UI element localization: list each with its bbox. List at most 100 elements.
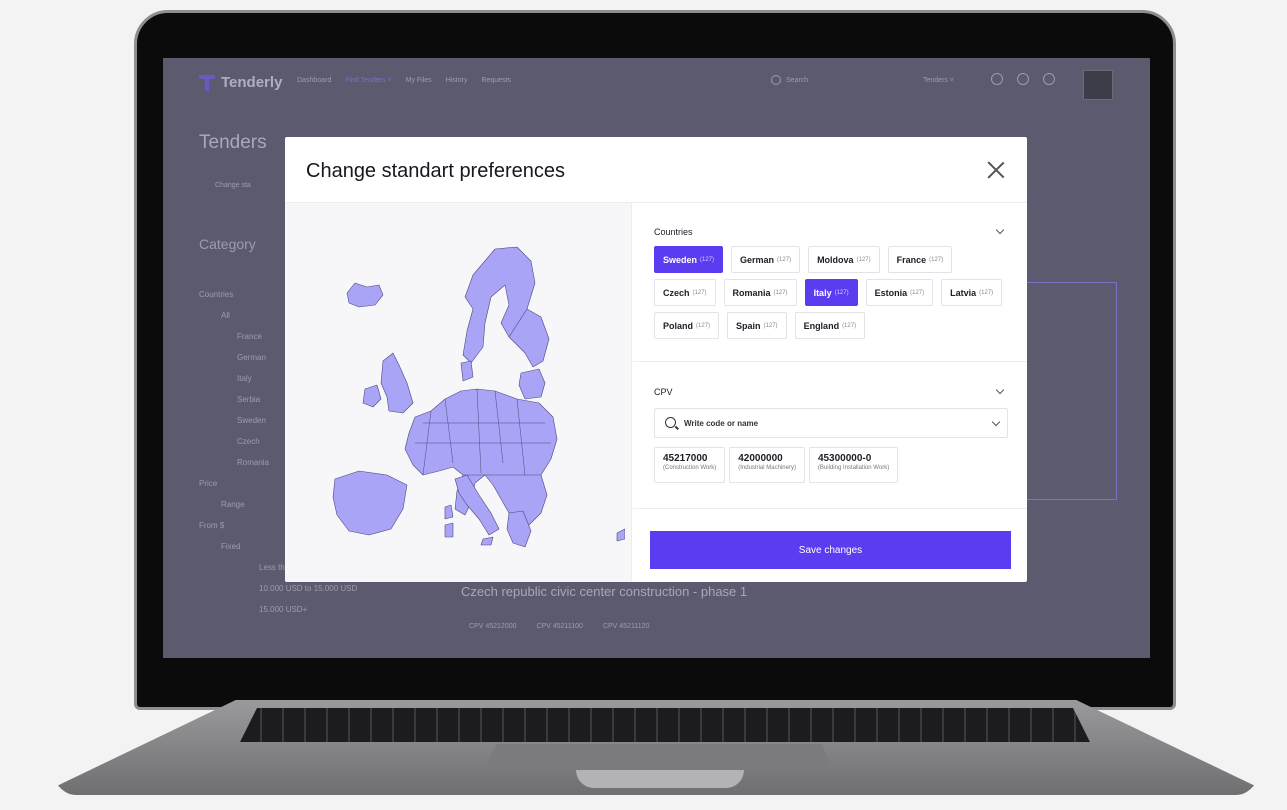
cpv-code-description: (Construction Work) <box>663 465 717 471</box>
avatar[interactable] <box>1083 70 1113 100</box>
cpv-tag: CPV 45212000 <box>469 623 517 630</box>
country-chip-count: (127) <box>979 289 994 296</box>
country-chip-count: (127) <box>842 322 857 329</box>
top-navigation: Tenderly Dashboard Find Tenders ˅ My Fil… <box>163 58 1150 110</box>
cpv-search-placeholder: Write code or name <box>684 419 759 428</box>
gear-icon[interactable] <box>1017 73 1029 85</box>
cpv-code-description: (Industrial Machinery) <box>738 465 796 471</box>
country-chip-count: (127) <box>773 289 788 296</box>
section-divider <box>633 361 1027 362</box>
tenders-dropdown[interactable]: Tenders ˅ <box>923 77 954 84</box>
country-chip-count: (127) <box>910 289 925 296</box>
global-search[interactable]: Search <box>771 75 808 85</box>
chevron-down-icon[interactable] <box>995 225 1005 235</box>
cpv-code: 42000000 <box>738 453 783 464</box>
brand-name: Tenderly <box>221 74 283 91</box>
laptop-scene: Tenderly Dashboard Find Tenders ˅ My Fil… <box>0 0 1287 810</box>
country-chip-england[interactable]: England (127) <box>794 312 866 339</box>
country-sicily <box>480 536 494 546</box>
cpv-code: 45217000 <box>663 453 708 464</box>
country-chip-label: Spain <box>736 320 761 331</box>
nav-find-tenders[interactable]: Find Tenders ˅ <box>345 77 391 84</box>
cpv-code-item[interactable]: 45300000-0 (Building Installation Work) <box>808 447 899 483</box>
country-chip-label: Romania <box>732 287 771 298</box>
laptop-keyboard <box>240 708 1090 742</box>
cpv-label: CPV <box>654 387 673 397</box>
modal-title: Change standart preferences <box>306 160 566 182</box>
country-chip-count: (127) <box>692 289 707 296</box>
country-chip-estonia[interactable]: Estonia (127) <box>865 279 934 306</box>
country-corsica <box>444 504 454 520</box>
country-iberia <box>332 470 408 536</box>
search-icon <box>665 417 676 428</box>
sidebar-filter-item[interactable]: 15.000 USD+ <box>199 599 357 620</box>
country-chip-poland[interactable]: Poland (127) <box>654 312 720 339</box>
country-chip-count: (127) <box>700 256 715 263</box>
country-chip-label: France <box>896 254 927 265</box>
europe-map[interactable] <box>295 213 625 573</box>
modal-header: Change standart preferences <box>285 137 1027 203</box>
category-heading: Category <box>199 236 256 252</box>
country-chip-count: (127) <box>763 322 778 329</box>
page-title: Tenders <box>199 132 267 153</box>
nav-dashboard[interactable]: Dashboard <box>297 77 331 84</box>
laptop-screen: Tenderly Dashboard Find Tenders ˅ My Fil… <box>163 58 1150 658</box>
country-chip-spain[interactable]: Spain (127) <box>727 312 787 339</box>
country-chip-label: German <box>740 254 775 265</box>
country-uk <box>380 352 414 414</box>
cpv-code-list: 45217000 (Construction Work) 42000000 (Indu… <box>654 447 899 483</box>
country-chip-label: England <box>803 320 840 331</box>
cpv-code-description: (Building Installation Work) <box>817 465 890 471</box>
cpv-tag: CPV 45211120 <box>602 623 650 630</box>
preferences-modal: Change standart preferences Countries Sw… <box>285 137 1027 582</box>
tender-cpv-tags: CPV 45212000 CPV 45211100 CPV 45211120 <box>469 623 649 630</box>
country-sardinia <box>444 522 454 538</box>
cpv-tag: CPV 45211100 <box>536 623 583 630</box>
cpv-search-input[interactable]: Write code or name <box>654 408 1008 438</box>
country-chip-label: Italy <box>813 287 832 298</box>
country-cyprus <box>616 528 625 542</box>
nav-requests[interactable]: Requests <box>481 77 511 84</box>
chevron-down-icon[interactable] <box>995 385 1005 395</box>
countries-label: Countries <box>654 227 693 237</box>
cpv-code-item[interactable]: 45217000 (Construction Work) <box>654 447 726 483</box>
section-divider <box>633 508 1027 509</box>
main-nav: Dashboard Find Tenders ˅ My Files Histor… <box>297 77 511 84</box>
info-icon[interactable] <box>991 73 1003 85</box>
country-chip-romania[interactable]: Romania (127) <box>723 279 797 306</box>
country-baltics <box>518 368 546 400</box>
save-changes-button[interactable]: Save changes <box>650 531 1011 569</box>
country-chip-count: (127) <box>777 256 792 263</box>
country-chip-france[interactable]: France (127) <box>887 246 953 273</box>
country-ireland <box>362 384 382 408</box>
change-preferences-link[interactable]: Change sta <box>215 182 251 189</box>
country-chip-label: Sweden <box>663 254 698 265</box>
search-label: Search <box>786 76 809 84</box>
nav-my-files[interactable]: My Files <box>406 77 432 84</box>
chevron-down-icon[interactable] <box>991 417 1001 427</box>
country-chips: Sweden (127) German (127) Moldova (127) France… <box>654 246 1014 339</box>
country-chip-label: Czech <box>663 287 690 298</box>
country-chip-label: Estonia <box>874 287 908 298</box>
nav-history[interactable]: History <box>446 77 468 84</box>
country-chip-moldova[interactable]: Moldova (127) <box>808 246 880 273</box>
country-chip-latvia[interactable]: Latvia (127) <box>941 279 1003 306</box>
tender-title[interactable]: Czech republic civic center construction… <box>461 584 747 599</box>
country-iceland <box>346 282 384 308</box>
preferences-form: Countries Sweden (127) German (127) Moldova(… <box>633 203 1027 582</box>
country-chip-count: (127) <box>929 256 944 263</box>
country-chip-label: Poland <box>663 320 694 331</box>
header-icons <box>991 73 1055 85</box>
country-chip-italy[interactable]: Italy (127) <box>804 279 858 306</box>
europe-map-panel <box>285 203 632 582</box>
cpv-code: 45300000-0 <box>817 453 872 464</box>
cpv-code-item[interactable]: 42000000 (Industrial Machinery) <box>729 447 805 483</box>
country-chip-czech[interactable]: Czech (127) <box>654 279 716 306</box>
bell-icon[interactable] <box>1043 73 1055 85</box>
country-chip-sweden[interactable]: Sweden (127) <box>654 246 724 273</box>
country-denmark <box>460 360 474 382</box>
close-icon[interactable] <box>985 159 1007 181</box>
laptop-notch <box>576 770 744 788</box>
brand-logo[interactable]: Tenderly <box>199 74 282 91</box>
country-chip-german[interactable]: German (127) <box>731 246 801 273</box>
